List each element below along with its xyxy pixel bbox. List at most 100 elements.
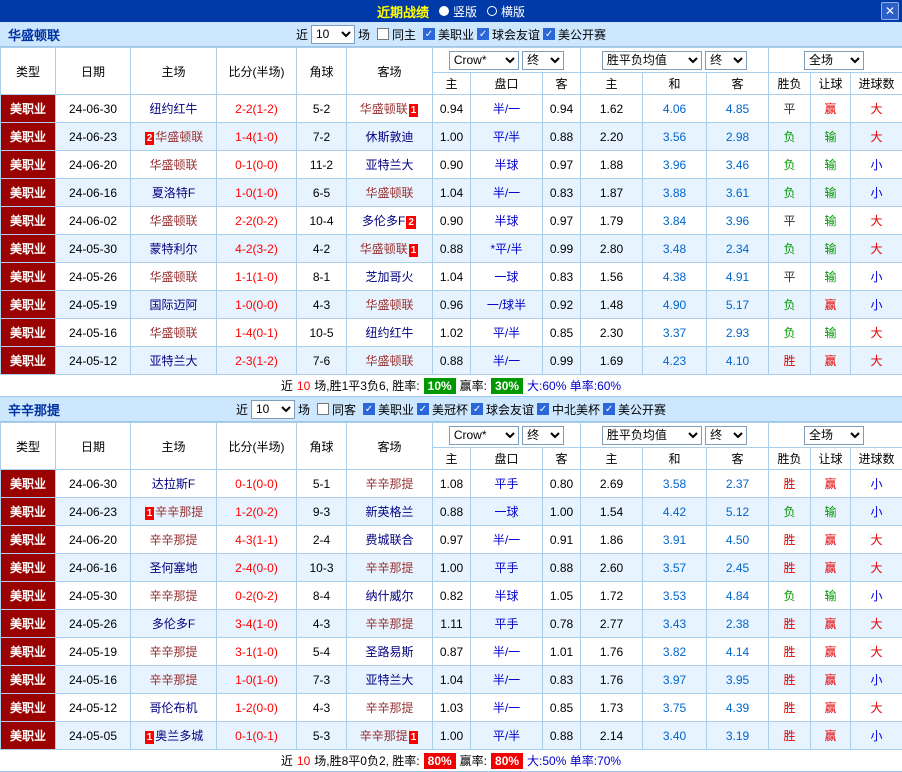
team-name[interactable]: 华盛顿联 (365, 354, 413, 368)
final-eu-odds-select[interactable]: 终 (705, 425, 748, 445)
section-team-name[interactable]: 华盛顿联 (8, 25, 60, 44)
score-cell[interactable]: 0-1(0-1) (216, 721, 297, 750)
score-cell[interactable]: 0-2(0-2) (216, 581, 297, 610)
team-name[interactable]: 亚特兰大 (149, 354, 197, 368)
league-checkbox[interactable]: ✓ (471, 403, 484, 415)
radio-vertical[interactable]: 竖版 (438, 3, 477, 20)
team-name[interactable]: 华盛顿联 (365, 298, 413, 312)
team-name[interactable]: 辛辛那提 (155, 505, 203, 519)
score-cell[interactable]: 3-4(1-0) (216, 609, 297, 638)
same-side-checkbox[interactable] (316, 403, 329, 415)
score-cell[interactable]: 4-3(1-1) (216, 525, 297, 554)
team-name[interactable]: 辛辛那提 (360, 729, 408, 743)
final-odds-select[interactable]: 终 (522, 50, 565, 70)
close-button[interactable]: ✕ (881, 2, 899, 20)
final-odds-select[interactable]: 终 (522, 425, 565, 445)
score-cell[interactable]: 2-2(1-2) (216, 94, 297, 123)
team-name[interactable]: 华盛顿联 (360, 242, 408, 256)
league-checkbox[interactable]: ✓ (477, 28, 490, 40)
team-name[interactable]: 辛辛那提 (365, 561, 413, 575)
score-cell[interactable]: 1-2(0-0) (216, 693, 297, 722)
team-name[interactable]: 圣路易斯 (365, 645, 413, 659)
scope-select[interactable]: 全场 (804, 50, 864, 70)
team-name[interactable]: 新英格兰 (365, 505, 413, 519)
league-checkbox[interactable]: ✓ (423, 28, 435, 40)
eu-away-odds-cell: 4.85 (706, 94, 769, 123)
score-cell[interactable]: 2-2(0-2) (216, 206, 297, 235)
team-name[interactable]: 纽约红牛 (149, 102, 197, 116)
same-side-checkbox[interactable] (376, 28, 389, 40)
corner-cell: 8-1 (296, 262, 347, 291)
team-name[interactable]: 华盛顿联 (149, 270, 197, 284)
team-name[interactable]: 费城联合 (365, 533, 413, 547)
avg-odds-select[interactable]: 胜平负均值 (601, 425, 702, 445)
team-name[interactable]: 哥伦布机 (149, 701, 197, 715)
league-checkbox[interactable]: ✓ (362, 403, 375, 415)
corner-cell: 7-6 (296, 346, 347, 375)
team-name[interactable]: 华盛顿联 (149, 214, 197, 228)
score-cell[interactable]: 0-1(0-0) (216, 469, 297, 498)
score-cell[interactable]: 1-0(1-0) (216, 178, 297, 207)
bookmaker-select[interactable]: Crow* (448, 425, 519, 445)
team-name[interactable]: 辛辛那提 (149, 533, 197, 547)
score-cell[interactable]: 2-4(0-0) (216, 553, 297, 582)
team-name[interactable]: 圣何塞地 (149, 561, 197, 575)
score-cell[interactable]: 4-2(3-2) (216, 234, 297, 263)
eu-away-odds-cell: 4.10 (706, 346, 769, 375)
team-name[interactable]: 蒙特利尔 (149, 242, 197, 256)
subcolumn-header: 主 (432, 72, 471, 95)
radio-horizontal[interactable]: 横版 (487, 3, 525, 20)
team-name[interactable]: 夏洛特F (152, 186, 195, 200)
team-name[interactable]: 奥兰多城 (155, 729, 203, 743)
team-name[interactable]: 芝加哥火 (365, 270, 413, 284)
team-name[interactable]: 华盛顿联 (365, 186, 413, 200)
score-cell[interactable]: 3-1(1-0) (216, 637, 297, 666)
score-cell[interactable]: 1-4(0-1) (216, 318, 297, 347)
score-cell[interactable]: 1-1(1-0) (216, 262, 297, 291)
team-name[interactable]: 休斯敦迪 (365, 130, 413, 144)
team-name[interactable]: 华盛顿联 (155, 130, 203, 144)
team-name[interactable]: 辛辛那提 (365, 477, 413, 491)
score-cell[interactable]: 0-1(0-0) (216, 150, 297, 179)
scope-select[interactable]: 全场 (804, 425, 864, 445)
team-name[interactable]: 亚特兰大 (365, 673, 413, 687)
team-name[interactable]: 辛辛那提 (365, 617, 413, 631)
team-name[interactable]: 纳什威尔 (365, 589, 413, 603)
team-name[interactable]: 华盛顿联 (149, 158, 197, 172)
team-name[interactable]: 多伦多F (362, 214, 405, 228)
team-name[interactable]: 达拉斯F (152, 477, 195, 491)
match-count-select[interactable]: 10 (310, 24, 355, 44)
team-name[interactable]: 华盛顿联 (149, 326, 197, 340)
team-name[interactable]: 辛辛那提 (149, 645, 197, 659)
match-count-select[interactable]: 10 (250, 399, 295, 419)
league-checkbox[interactable]: ✓ (417, 403, 429, 415)
bookmaker-select[interactable]: Crow* (448, 50, 519, 70)
section-team-name[interactable]: 辛辛那提 (8, 400, 60, 419)
column-header: 类型 (0, 47, 56, 95)
score-cell[interactable]: 1-4(1-0) (216, 122, 297, 151)
score-cell[interactable]: 1-2(0-2) (216, 497, 297, 526)
league-checkbox[interactable]: ✓ (537, 403, 550, 415)
table-row: 美职业 24-06-02 华盛顿联 2-2(0-2) 10-4 多伦多F 2 0.90 半球 0.… (0, 206, 902, 235)
team-name[interactable]: 多伦多F (152, 617, 195, 631)
final-eu-odds-select[interactable]: 终 (705, 50, 748, 70)
score-cell[interactable]: 2-3(1-2) (216, 346, 297, 375)
date-cell: 24-06-30 (55, 469, 131, 498)
footer-extra-stats: 大:60% 单率:60% (527, 379, 622, 393)
league-cell: 美职业 (0, 665, 56, 694)
score-cell[interactable]: 1-0(0-0) (216, 290, 297, 319)
team-name[interactable]: 亚特兰大 (365, 158, 413, 172)
team-name[interactable]: 国际迈阿 (149, 298, 197, 312)
team-name[interactable]: 辛辛那提 (365, 701, 413, 715)
team-name[interactable]: 辛辛那提 (149, 673, 197, 687)
league-checkbox[interactable]: ✓ (543, 28, 556, 40)
team-name[interactable]: 华盛顿联 (360, 102, 408, 116)
team-name[interactable]: 辛辛那提 (149, 589, 197, 603)
handicap-cell: 平/半 (470, 721, 543, 750)
handicap-cell: 半球 (470, 150, 543, 179)
team-name[interactable]: 纽约红牛 (365, 326, 413, 340)
league-checkbox[interactable]: ✓ (603, 403, 616, 415)
score-cell[interactable]: 1-0(1-0) (216, 665, 297, 694)
filter-bar: 近 10 场同客 ✓ 美职业 ✓ 美冠杯 ✓ 球会友谊 ✓ 中北美杯 ✓ 美公开赛 (236, 399, 666, 419)
avg-odds-select[interactable]: 胜平负均值 (601, 50, 702, 70)
